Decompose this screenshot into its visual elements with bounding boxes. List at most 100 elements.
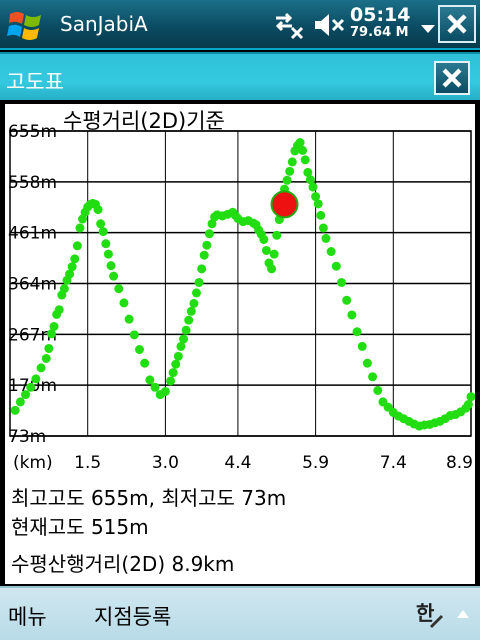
dialog-header: 고도표 [0, 52, 480, 100]
y-tick-label: 655m [8, 122, 57, 142]
elevation-point [197, 264, 207, 274]
elevation-point [352, 327, 362, 337]
elevation-point [70, 254, 80, 264]
x-tick-label: 8.9 [446, 453, 473, 473]
elevation-point [93, 205, 103, 215]
elevation-point [67, 262, 77, 272]
keyboard-input-icon[interactable]: 한 [414, 600, 444, 630]
elevation-point [106, 261, 116, 271]
register-point-softkey[interactable]: 지점등록 [94, 601, 171, 631]
elevation-point [98, 227, 108, 237]
elevation-point [129, 330, 139, 340]
elevation-point [54, 305, 64, 315]
elevation-point [326, 247, 336, 257]
x-tick-label: 5.9 [302, 453, 329, 473]
dialog-title: 고도표 [6, 70, 64, 94]
current-altitude: 현재고도 515m [11, 515, 149, 539]
elevation-point [308, 182, 318, 192]
elevation-point [145, 375, 155, 385]
elevation-point [134, 345, 144, 355]
elevation-point [199, 250, 209, 260]
chevron-up-icon[interactable] [456, 608, 470, 620]
elevation-point [109, 271, 119, 281]
elevation-point [184, 315, 194, 325]
elevation-point [36, 363, 46, 373]
chevron-down-icon[interactable] [420, 24, 436, 34]
elevation-point [318, 223, 328, 233]
elevation-point [202, 240, 212, 250]
windows-start-icon[interactable] [6, 5, 46, 45]
clock[interactable]: 05:14 79.64 M [350, 5, 410, 41]
y-tick-label: 461m [8, 224, 57, 244]
x-tick-label: 3.0 [152, 453, 179, 473]
elevation-point [124, 314, 134, 324]
chart-title: 수평거리(2D)기준 [63, 109, 225, 133]
horizontal-distance: 수평산행거리(2D) 8.9km [11, 552, 235, 576]
elevation-point [10, 405, 20, 415]
elevation-point [41, 353, 51, 363]
elevation-point [300, 155, 310, 165]
elevation-point [21, 390, 31, 400]
close-app-button[interactable] [438, 5, 476, 43]
elevation-point [204, 229, 214, 239]
elevation-point [173, 351, 183, 361]
elevation-point [295, 138, 305, 148]
elevation-point [171, 359, 181, 369]
elevation-point [26, 382, 36, 392]
elevation-point [347, 310, 357, 320]
elevation-point [119, 298, 129, 308]
elevation-point [15, 397, 25, 407]
elevation-point [466, 392, 475, 402]
y-tick-label: 364m [8, 275, 57, 295]
elevation-point [287, 157, 297, 167]
elevation-point [44, 343, 54, 353]
elevation-point [168, 368, 178, 378]
network-icon[interactable] [272, 10, 306, 40]
status-bar: SanJabiA 05:14 79.64 M [0, 0, 480, 50]
max-min-altitude: 최고고도 655m, 최저고도 73m [11, 486, 287, 510]
volume-muted-icon[interactable] [312, 10, 346, 40]
elevation-point [166, 376, 176, 386]
elevation-point [321, 233, 331, 243]
dialog-close-button[interactable] [434, 61, 470, 95]
x-tick-label: 4.4 [224, 453, 251, 473]
elevation-point [463, 400, 473, 410]
elevation-point [282, 175, 292, 185]
y-tick-label: 73m [8, 427, 46, 447]
elevation-point [261, 245, 271, 255]
current-position-marker [270, 190, 299, 219]
elevation-point [114, 284, 124, 294]
elevation-point [103, 249, 113, 259]
elevation-chart: 655m558m461m364m267m170m73m (km)1.53.04.… [8, 109, 475, 473]
softkey-bar: 메뉴 지점등록 한 [0, 586, 480, 640]
elevation-point [357, 341, 367, 351]
elevation-point [194, 277, 204, 287]
app-title: SanJabiA [60, 12, 148, 36]
elevation-point [272, 230, 282, 240]
elevation-point [342, 295, 352, 305]
elevation-point [298, 145, 308, 155]
elevation-point [72, 241, 82, 251]
elevation-point [75, 223, 85, 233]
elevation-point [96, 219, 106, 229]
elevation-point [186, 306, 196, 316]
elevation-point [31, 374, 41, 384]
elevation-point [59, 284, 69, 294]
elevation-point [49, 321, 59, 331]
elevation-point [362, 358, 372, 368]
elevation-point [160, 386, 170, 396]
elevation-point [316, 210, 326, 220]
elevation-point [181, 325, 191, 335]
elevation-point [101, 239, 111, 249]
elevation-point [179, 334, 189, 344]
close-icon [442, 68, 462, 88]
elevation-point [368, 372, 378, 382]
elevation-point [313, 199, 323, 209]
elevation-point [140, 358, 150, 368]
elevation-point [331, 261, 341, 271]
x-axis-unit: (km) [13, 453, 53, 473]
menu-softkey[interactable]: 메뉴 [8, 601, 47, 631]
elevation-point [285, 166, 295, 176]
elevation-point [373, 385, 383, 395]
elevation-point [337, 277, 347, 287]
